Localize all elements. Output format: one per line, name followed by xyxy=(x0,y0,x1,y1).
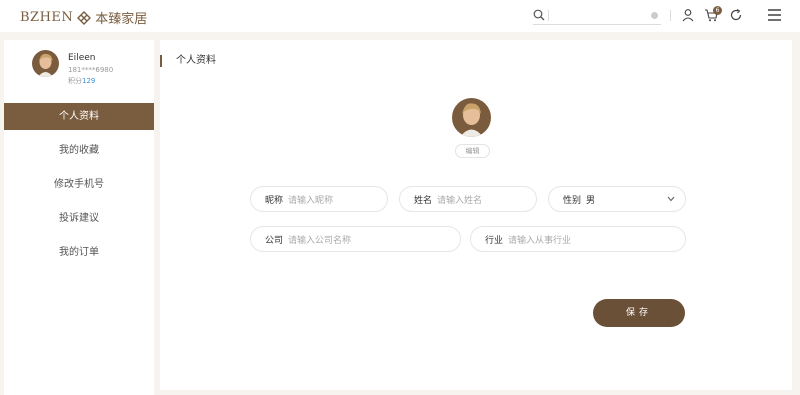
nickname-label: 昵称 xyxy=(265,195,284,206)
sidebar-item-feedback[interactable]: 投诉建议 xyxy=(4,205,154,239)
user-points: 积分129 xyxy=(68,76,95,86)
user-icon[interactable] xyxy=(681,8,695,22)
search-icon[interactable] xyxy=(533,9,545,21)
profile-avatar-image xyxy=(452,98,491,137)
logo-latin-text: BZHEN xyxy=(20,10,74,25)
sidebar-item-orders[interactable]: 我的订单 xyxy=(4,239,154,273)
user-phone: 181****6980 xyxy=(68,66,114,74)
menu-icon[interactable] xyxy=(767,8,782,22)
points-value: 129 xyxy=(82,77,96,85)
search-input[interactable] xyxy=(551,8,643,24)
clear-icon[interactable] xyxy=(651,12,658,19)
save-button[interactable]: 保存 xyxy=(593,299,685,327)
logo-mark-icon xyxy=(77,10,92,25)
brand-logo[interactable]: BZHEN 本臻家居 xyxy=(20,8,147,27)
profile-panel: 个人资料 编辑 昵称 请输入昵称 姓名 请输入姓名 性别 男 公司 请输入公司名… xyxy=(160,40,792,390)
name-field[interactable]: 姓名 请输入姓名 xyxy=(399,186,537,212)
company-field[interactable]: 公司 请输入公司名称 xyxy=(250,226,461,252)
avatar-image xyxy=(32,50,59,77)
profile-avatar[interactable] xyxy=(452,98,491,137)
edit-avatar-button[interactable]: 编辑 xyxy=(455,144,490,158)
industry-label: 行业 xyxy=(485,235,504,246)
name-placeholder: 请输入姓名 xyxy=(437,195,483,206)
industry-field[interactable]: 行业 请输入从事行业 xyxy=(470,226,686,252)
search-bar[interactable] xyxy=(533,8,661,25)
name-label: 姓名 xyxy=(414,195,433,206)
gender-label: 性别 xyxy=(563,195,582,206)
top-header: BZHEN 本臻家居 6 xyxy=(0,0,800,32)
search-divider xyxy=(548,10,549,21)
sidebar-menu: 个人资料 我的收藏 修改手机号 投诉建议 我的订单 xyxy=(4,103,154,273)
industry-placeholder: 请输入从事行业 xyxy=(508,235,572,246)
sidebar-item-favorites[interactable]: 我的收藏 xyxy=(4,137,154,171)
company-placeholder: 请输入公司名称 xyxy=(288,235,352,246)
account-sidebar: Eileen 181****6980 积分129 个人资料 我的收藏 修改手机号… xyxy=(4,40,154,395)
nickname-placeholder: 请输入昵称 xyxy=(288,195,334,206)
gender-value: 男 xyxy=(586,195,596,206)
nickname-field[interactable]: 昵称 请输入昵称 xyxy=(250,186,388,212)
cart-count-badge: 6 xyxy=(713,6,722,15)
sidebar-item-change-phone[interactable]: 修改手机号 xyxy=(4,171,154,205)
points-label: 积分 xyxy=(68,77,82,85)
logo-cn-text: 本臻家居 xyxy=(95,12,148,27)
user-name: Eileen xyxy=(68,53,96,63)
company-label: 公司 xyxy=(265,235,284,246)
header-divider xyxy=(670,10,671,21)
chevron-down-icon xyxy=(667,196,675,202)
sidebar-item-profile[interactable]: 个人资料 xyxy=(4,103,154,130)
page-title: 个人资料 xyxy=(160,55,216,67)
avatar[interactable] xyxy=(32,50,59,77)
gender-select[interactable]: 性别 男 xyxy=(548,186,686,212)
refresh-icon[interactable] xyxy=(729,8,743,22)
